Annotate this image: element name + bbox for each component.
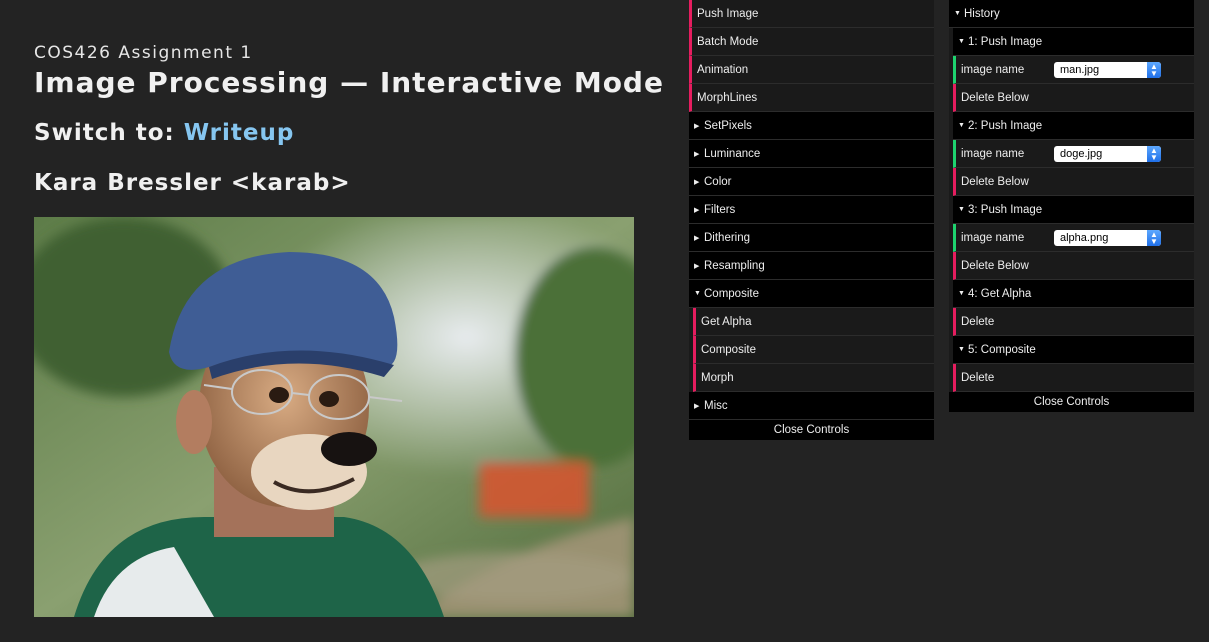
writeup-link[interactable]: Writeup [184,120,295,146]
history-title: History [964,7,1000,20]
batch-mode-button[interactable]: Batch Mode [689,28,934,56]
image-name-param: image name alpha.png ▲ ▼ [953,224,1194,252]
folder-setpixels[interactable]: ▶ SetPixels [689,112,934,140]
folder-luminance[interactable]: ▶ Luminance [689,140,934,168]
delete-button[interactable]: Delete [953,364,1194,392]
history-entry-4[interactable]: ▼ 4: Get Alpha [953,280,1194,308]
param-label: image name [961,63,1025,76]
delete-label: Delete [961,315,995,328]
triangle-right-icon: ▶ [694,234,700,242]
triangle-right-icon: ▶ [694,262,700,270]
triangle-right-icon: ▶ [694,402,700,410]
history-entry-title: 5: Composite [968,343,1036,356]
triangle-right-icon: ▶ [694,206,700,214]
select-value: man.jpg [1060,63,1100,76]
page-title: Image Processing — Interactive Mode [34,66,664,99]
composite-button[interactable]: Composite [693,336,934,364]
history-entry-title: 4: Get Alpha [968,287,1032,300]
batch-mode-label: Batch Mode [697,35,759,48]
push-image-button[interactable]: Push Image [689,0,934,28]
history-entry-5[interactable]: ▼ 5: Composite [953,336,1194,364]
author-label: Kara Bressler <karab> [34,170,351,196]
history-panel: ▼ History ▼ 1: Push Image image name man.j… [949,0,1194,412]
triangle-right-icon: ▶ [694,150,700,158]
folder-composite-label: Composite [704,287,759,300]
folder-resampling[interactable]: ▶ Resampling [689,252,934,280]
composite-label: Composite [701,343,756,356]
morph-button[interactable]: Morph [693,364,934,392]
folder-resampling-label: Resampling [704,259,765,272]
select-value: doge.jpg [1060,147,1103,160]
history-entry-title: 3: Push Image [968,203,1043,216]
param-label: image name [961,147,1025,160]
folder-filters[interactable]: ▶ Filters [689,196,934,224]
history-entry-2[interactable]: ▼ 2: Push Image [953,112,1194,140]
delete-button[interactable]: Delete [953,308,1194,336]
image-name-select[interactable]: doge.jpg ▲ ▼ [1054,145,1161,162]
folder-misc[interactable]: ▶ Misc [689,392,934,420]
history-entry-title: 2: Push Image [968,119,1043,132]
delete-below-label: Delete Below [961,259,1029,272]
course-label: COS426 Assignment 1 [34,43,253,63]
close-history-button[interactable]: Close Controls [949,392,1194,412]
folder-filters-label: Filters [704,203,736,216]
morphlines-label: MorphLines [697,91,758,104]
morph-label: Morph [701,371,734,384]
switch-mode: Switch to: Writeup [34,120,294,146]
controls-panel: Push Image Batch Mode Animation MorphLin… [689,0,934,440]
delete-below-label: Delete Below [961,175,1029,188]
folder-color-label: Color [704,175,732,188]
folder-composite[interactable]: ▼ Composite [689,280,934,308]
history-entry-3[interactable]: ▼ 3: Push Image [953,196,1194,224]
history-entry-1[interactable]: ▼ 1: Push Image [953,28,1194,56]
result-image [34,217,634,617]
select-arrows-icon: ▲ ▼ [1147,61,1161,78]
image-name-select[interactable]: alpha.png ▲ ▼ [1054,229,1161,246]
param-label: image name [961,231,1025,244]
image-name-param: image name doge.jpg ▲ ▼ [953,140,1194,168]
delete-below-button[interactable]: Delete Below [953,84,1194,112]
close-controls-button[interactable]: Close Controls [689,420,934,440]
history-entry-title: 1: Push Image [968,35,1043,48]
triangle-down-icon: ▼ [958,38,965,45]
folder-misc-label: Misc [704,399,728,412]
push-image-label: Push Image [697,7,759,20]
triangle-right-icon: ▶ [694,122,700,130]
triangle-down-icon: ▼ [958,346,965,353]
delete-below-button[interactable]: Delete Below [953,252,1194,280]
composite-folder-content: Get Alpha Composite Morph [693,308,934,392]
triangle-right-icon: ▶ [694,178,700,186]
folder-setpixels-label: SetPixels [704,119,752,132]
animation-label: Animation [697,63,749,76]
folder-dithering[interactable]: ▶ Dithering [689,224,934,252]
select-arrows-icon: ▲ ▼ [1147,229,1161,246]
get-alpha-button[interactable]: Get Alpha [693,308,934,336]
triangle-down-icon: ▼ [958,122,965,129]
select-value: alpha.png [1060,231,1109,244]
animation-button[interactable]: Animation [689,56,934,84]
morphlines-button[interactable]: MorphLines [689,84,934,112]
delete-label: Delete [961,371,995,384]
triangle-down-icon: ▼ [958,290,965,297]
get-alpha-label: Get Alpha [701,315,752,328]
history-content: ▼ 1: Push Image image name man.jpg ▲ ▼ Dele… [953,28,1194,392]
image-name-param: image name man.jpg ▲ ▼ [953,56,1194,84]
folder-dithering-label: Dithering [704,231,751,244]
delete-below-button[interactable]: Delete Below [953,168,1194,196]
folder-luminance-label: Luminance [704,147,761,160]
folder-color[interactable]: ▶ Color [689,168,934,196]
switch-prefix: Switch to: [34,120,184,146]
triangle-down-icon: ▼ [954,10,961,17]
triangle-down-icon: ▼ [958,206,965,213]
folder-history[interactable]: ▼ History [949,0,1194,28]
image-name-select[interactable]: man.jpg ▲ ▼ [1054,61,1161,78]
select-arrows-icon: ▲ ▼ [1147,145,1161,162]
delete-below-label: Delete Below [961,91,1029,104]
triangle-down-icon: ▼ [694,290,701,297]
